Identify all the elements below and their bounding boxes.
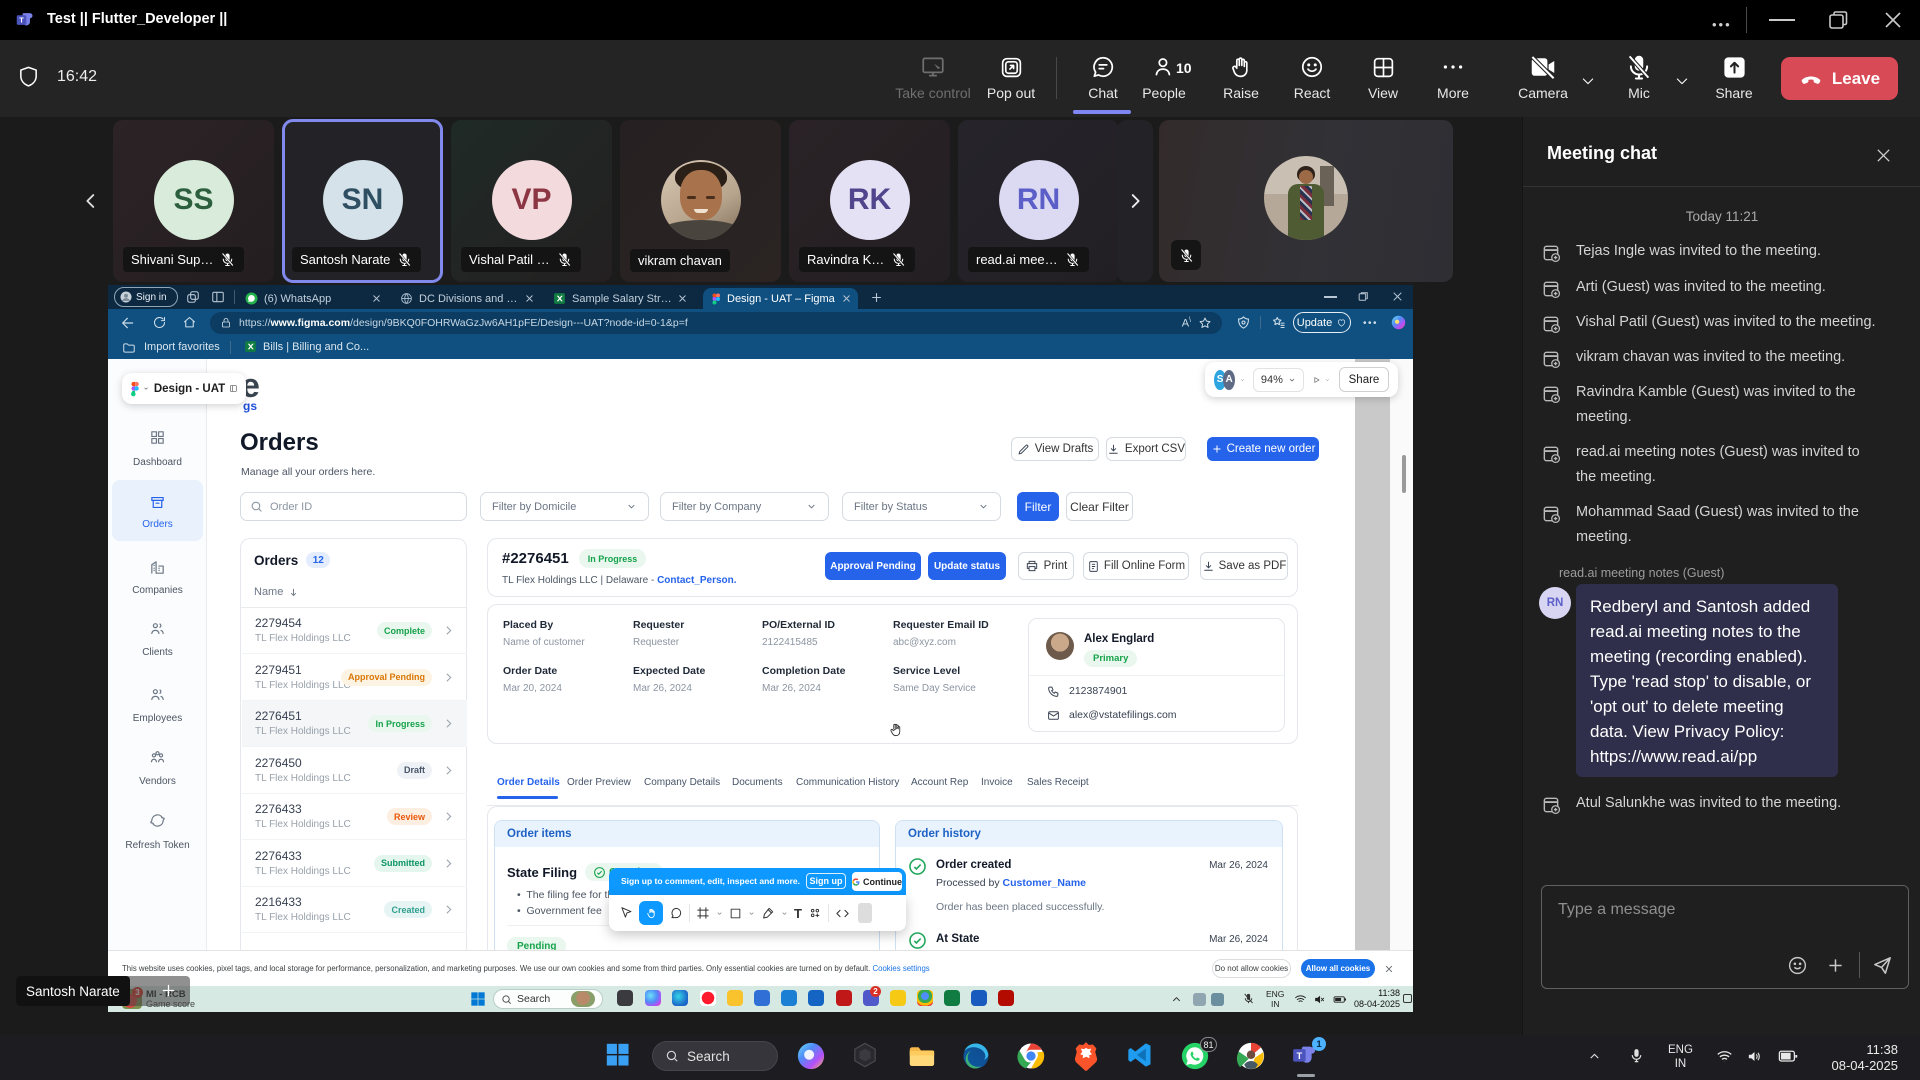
svg-text:T: T bbox=[19, 16, 24, 25]
svg-text:T: T bbox=[1297, 1051, 1303, 1061]
